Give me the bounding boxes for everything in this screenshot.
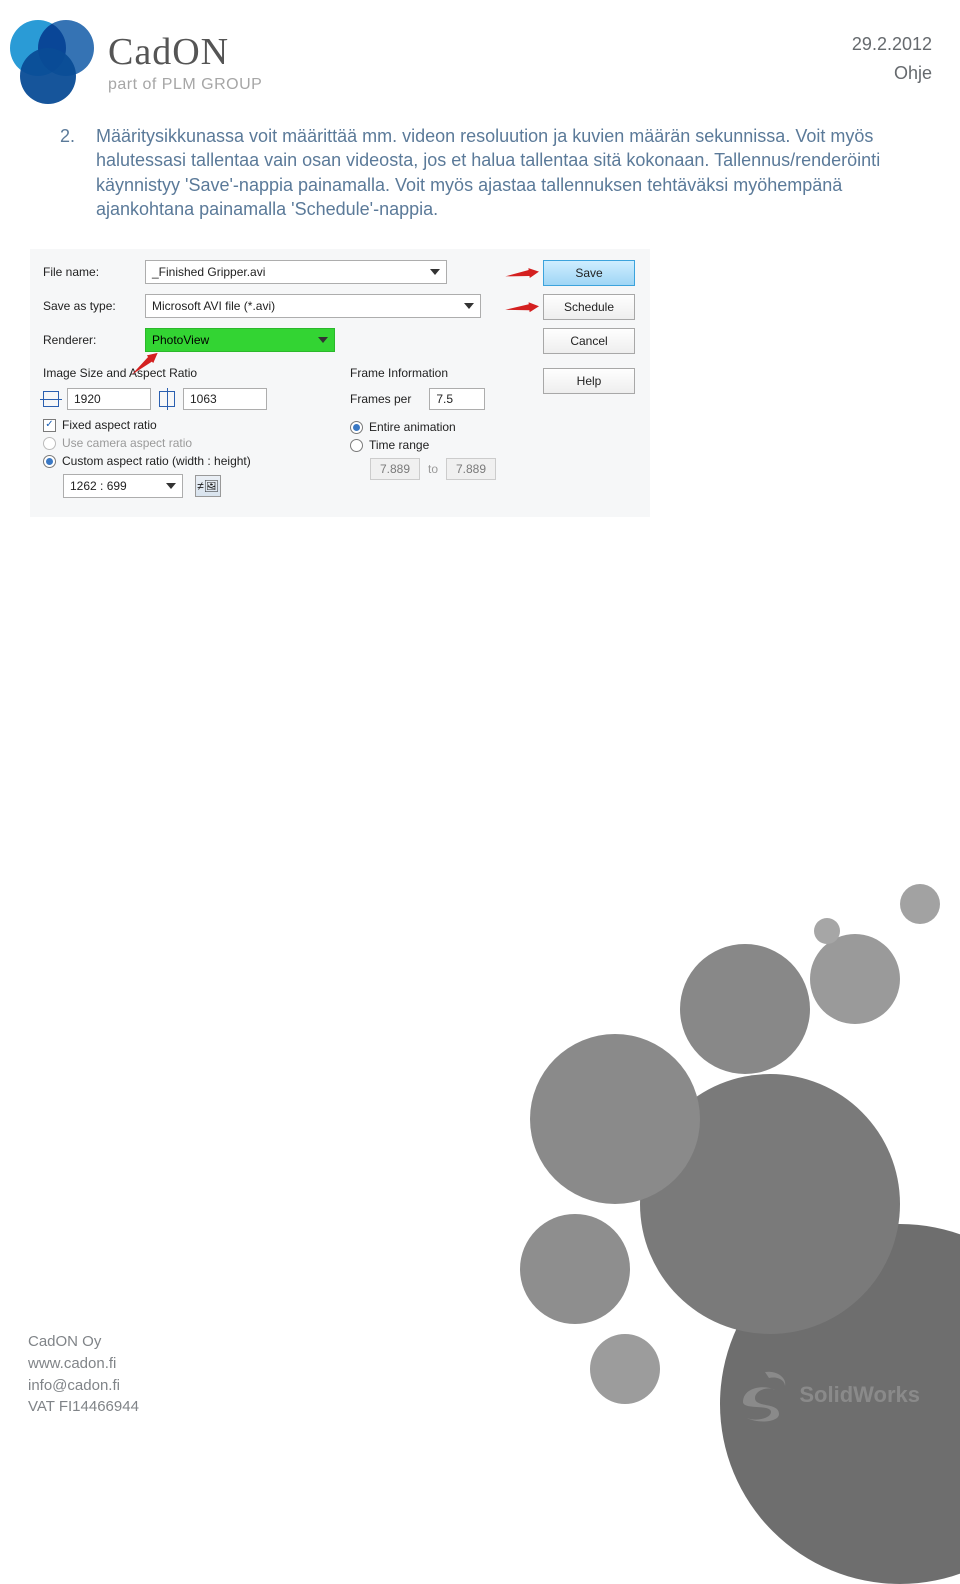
frames-per-value: 7.5 xyxy=(436,392,453,406)
doc-date: 29.2.2012 xyxy=(852,30,932,59)
time-from-value: 7.889 xyxy=(380,462,410,476)
entire-animation-label: Entire animation xyxy=(369,420,456,434)
height-icon xyxy=(159,391,175,407)
footer-email: info@cadon.fi xyxy=(28,1375,139,1397)
save-as-type-select[interactable]: Microsoft AVI file (*.avi) xyxy=(145,294,481,318)
fixed-aspect-checkbox[interactable]: ✓ Fixed aspect ratio xyxy=(43,418,330,432)
time-to-value: 7.889 xyxy=(456,462,486,476)
solidworks-mark-icon xyxy=(735,1368,789,1422)
renderer-label: Renderer: xyxy=(43,333,135,347)
filename-value: _Finished Gripper.avi xyxy=(152,265,265,279)
doc-type: Ohje xyxy=(852,59,932,88)
schedule-button-label: Schedule xyxy=(564,300,614,314)
solidworks-text: SolidWorks xyxy=(799,1382,920,1408)
image-size-section-title: Image Size and Aspect Ratio xyxy=(43,366,330,380)
footer-web: www.cadon.fi xyxy=(28,1353,139,1375)
filename-input[interactable]: _Finished Gripper.avi xyxy=(145,260,447,284)
solidworks-logo: SolidWorks xyxy=(735,1368,920,1422)
chevron-down-icon xyxy=(166,483,176,489)
brand-tagline: part of PLM GROUP xyxy=(108,76,262,94)
save-button[interactable]: Save xyxy=(543,260,635,286)
chevron-down-icon xyxy=(464,303,474,309)
save-as-type-value: Microsoft AVI file (*.avi) xyxy=(152,299,275,313)
use-camera-aspect-label: Use camera aspect ratio xyxy=(62,436,192,450)
cancel-button-label: Cancel xyxy=(570,334,607,348)
cancel-button[interactable]: Cancel xyxy=(543,328,635,354)
aspect-unequal-icon[interactable]: ≠🖼 xyxy=(195,475,221,497)
height-input[interactable]: 1063 xyxy=(183,388,267,410)
entire-animation-radio[interactable]: Entire animation xyxy=(350,420,637,434)
time-to-label: to xyxy=(428,462,438,476)
footer-company: CadON Oy xyxy=(28,1331,139,1353)
schedule-button[interactable]: Schedule xyxy=(543,294,635,320)
custom-aspect-radio[interactable]: Custom aspect ratio (width : height) xyxy=(43,454,330,468)
use-camera-aspect-radio: Use camera aspect ratio xyxy=(43,436,330,450)
save-button-label: Save xyxy=(575,266,602,280)
save-dialog: Save Schedule Cancel Help File name: _Fi… xyxy=(30,249,650,517)
aspect-ratio-value: 1262 : 699 xyxy=(70,479,127,493)
time-from-input: 7.889 xyxy=(370,458,420,480)
width-input[interactable]: 1920 xyxy=(67,388,151,410)
frames-per-input[interactable]: 7.5 xyxy=(429,388,485,410)
footer-left: CadON Oy www.cadon.fi info@cadon.fi VAT … xyxy=(28,1331,139,1418)
frames-per-label: Frames per xyxy=(350,392,411,406)
cadon-logo-icon xyxy=(10,20,94,104)
width-value: 1920 xyxy=(74,392,101,406)
renderer-select[interactable]: PhotoView xyxy=(145,328,335,352)
renderer-value: PhotoView xyxy=(152,333,209,347)
footer-vat: VAT FI14466944 xyxy=(28,1396,139,1418)
brand-name: CadON xyxy=(108,30,262,74)
help-button-label: Help xyxy=(577,374,602,388)
width-icon xyxy=(43,391,59,407)
time-range-label: Time range xyxy=(369,438,429,452)
list-number: 2. xyxy=(60,124,82,221)
aspect-ratio-select[interactable]: 1262 : 699 xyxy=(63,474,183,498)
chevron-down-icon xyxy=(430,269,440,275)
decorative-bubbles xyxy=(440,804,960,1444)
custom-aspect-label: Custom aspect ratio (width : height) xyxy=(62,454,251,468)
page-header: CadON part of PLM GROUP 29.2.2012 Ohje xyxy=(0,0,960,114)
time-range-radio[interactable]: Time range xyxy=(350,438,637,452)
help-button[interactable]: Help xyxy=(543,368,635,394)
height-value: 1063 xyxy=(190,392,217,406)
filename-label: File name: xyxy=(43,265,135,279)
save-as-type-label: Save as type: xyxy=(43,299,135,313)
chevron-down-icon xyxy=(318,337,328,343)
fixed-aspect-label: Fixed aspect ratio xyxy=(62,418,157,432)
instruction-text: Määritysikkunassa voit määrittää mm. vid… xyxy=(96,124,900,221)
instruction-block: 2. Määritysikkunassa voit määrittää mm. … xyxy=(0,114,960,221)
time-to-input: 7.889 xyxy=(446,458,496,480)
brand-block: CadON part of PLM GROUP xyxy=(10,20,262,104)
